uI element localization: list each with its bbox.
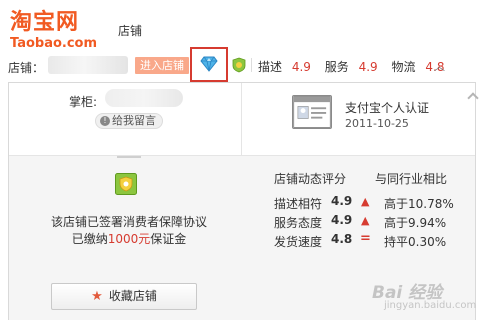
score-row: 描述相符 4.9 ▲ 高于10.78% [274, 194, 474, 211]
diamond-icon[interactable] [200, 56, 218, 72]
tab-indicator [117, 156, 141, 158]
score-value: 4.9 [331, 213, 353, 227]
alipay-verification-date: 2011-10-25 [345, 117, 409, 130]
score-row: 发货速度 4.8 = 持平0.30% [274, 231, 474, 249]
score-compare: 高于9.94% [384, 216, 447, 230]
equal-icon: = [360, 231, 371, 246]
store-label: 店铺： [8, 61, 45, 75]
id-card-icon [292, 95, 332, 129]
consumer-guarantee-badge-icon [115, 173, 137, 195]
guarantee-line-2: 已缴纳1000元保证金 [49, 231, 209, 248]
score-label: 描述相符 [274, 197, 323, 211]
taobao-logo[interactable]: 淘宝网 Taobao.com [10, 10, 102, 51]
store-name-blurred [48, 56, 128, 74]
alipay-verification-title: 支付宝个人认证 [345, 101, 430, 115]
compare-title: 与同行业相比 [375, 172, 448, 186]
score-compare: 持平0.30% [384, 235, 447, 249]
logo-text-cn: 淘宝网 [10, 10, 80, 35]
enter-store-button[interactable]: 进入店铺 [135, 57, 189, 74]
rating-desc-label: 描述 [258, 60, 283, 74]
keeper-section: 掌柜: ! 给我留言 [9, 83, 241, 155]
score-row: 服务态度 4.9 ▲ 高于9.94% [274, 213, 474, 230]
star-icon: ★ [91, 289, 103, 304]
arrow-up-icon: ▲ [361, 214, 370, 227]
consumer-guarantee-icon[interactable] [232, 57, 246, 73]
leave-message-button[interactable]: ! 给我留言 [95, 113, 163, 129]
rating-service-value: 4.9 [358, 60, 378, 74]
score-label: 服务态度 [274, 216, 323, 230]
keeper-label: 掌柜: [69, 95, 98, 109]
credit-level-highlight [190, 47, 228, 82]
store-header: 淘宝网 Taobao.com 店铺 店铺： 进入店铺 描述 4.9 服务 4.9… [0, 0, 480, 82]
rating-service-label: 服务 [324, 60, 349, 74]
keeper-name-blurred [105, 89, 183, 107]
score-value: 4.9 [331, 194, 353, 208]
watermark: Bai 经验 jingyan.baidu.com [368, 278, 476, 318]
score-value: 4.8 [331, 232, 353, 246]
deposit-suffix: 保证金 [150, 232, 187, 246]
arrow-up-icon: ▲ [361, 195, 370, 208]
deposit-amount: 1000元 [107, 232, 151, 246]
chevron-up-icon[interactable]: ︿ [434, 58, 445, 74]
score-label: 发货速度 [274, 235, 323, 249]
guarantee-description: 该店铺已签署消费者保障协议 已缴纳1000元保证金 [49, 214, 209, 248]
guarantee-line-1: 该店铺已签署消费者保障协议 [50, 215, 207, 229]
rating-desc-value: 4.9 [291, 60, 311, 74]
score-title: 店铺动态评分 [274, 172, 347, 186]
inline-ratings: 描述 4.9 服务 4.9 物流 4.8 [258, 58, 454, 75]
logo-text-en: Taobao.com [10, 36, 98, 51]
leave-message-label: 给我留言 [112, 114, 156, 127]
site-section-label: 店铺 [118, 24, 143, 38]
rating-logistics-label: 物流 [391, 60, 416, 74]
favorite-store-label: 收藏店铺 [108, 289, 157, 303]
message-icon: ! [100, 116, 110, 126]
favorite-store-button[interactable]: ★ 收藏店铺 [51, 283, 197, 310]
header-divider [251, 58, 252, 72]
score-compare: 高于10.78% [384, 197, 454, 211]
watermark-sub: jingyan.baidu.com [384, 300, 477, 311]
panel-divider [241, 83, 242, 155]
deposit-prefix: 已缴纳 [71, 232, 108, 246]
